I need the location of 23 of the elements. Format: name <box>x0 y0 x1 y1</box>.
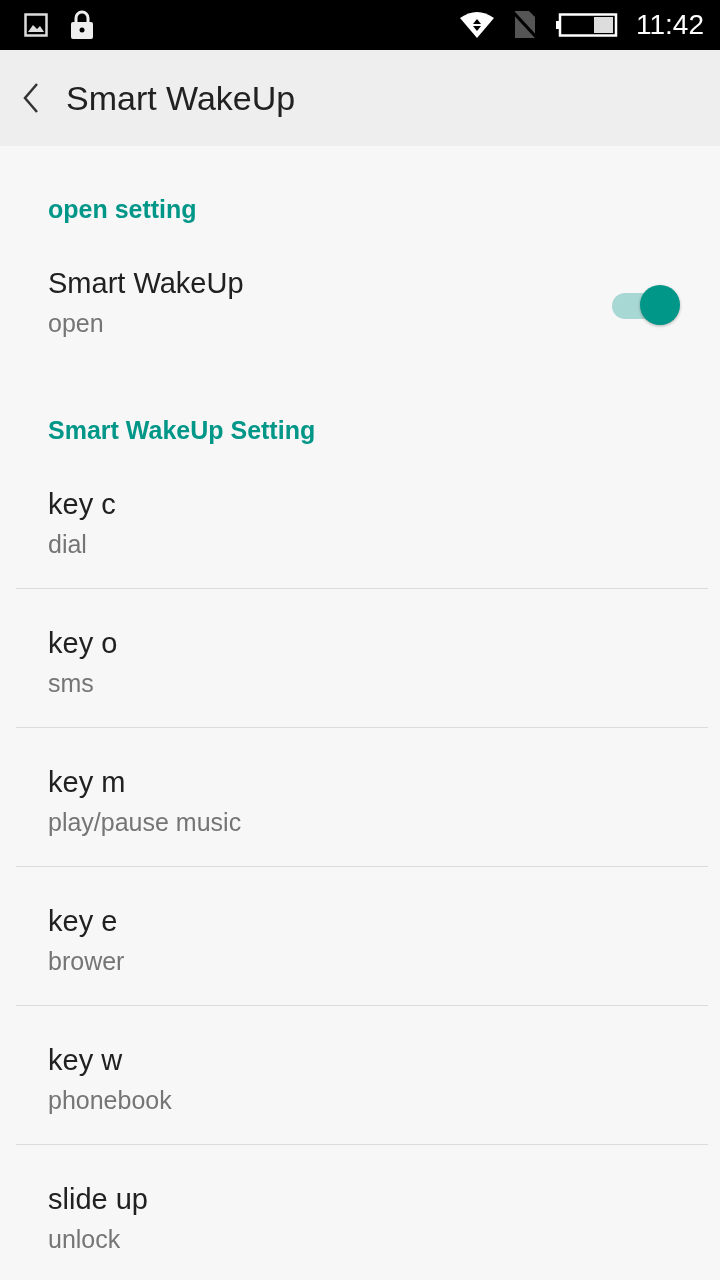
setting-title: key e <box>48 904 118 939</box>
setting-summary: dial <box>48 529 87 560</box>
setting-summary: sms <box>48 668 94 699</box>
clock-time: 11:42 <box>636 9 704 41</box>
setting-summary: open <box>48 308 104 339</box>
setting-title: key o <box>48 626 118 661</box>
wifi-icon <box>460 12 494 38</box>
setting-title: key m <box>48 765 126 800</box>
battery-icon <box>556 13 618 37</box>
setting-title: slide up <box>48 1182 148 1217</box>
setting-title: key w <box>48 1043 123 1078</box>
setting-summary: phonebook <box>48 1085 172 1116</box>
screen-title: Smart WakeUp <box>66 78 296 118</box>
setting-summary: brower <box>48 946 125 977</box>
no-sim-icon <box>512 11 538 39</box>
section-header: open setting <box>47 194 198 225</box>
setting-summary: play/pause music <box>48 807 242 838</box>
section-header: Smart WakeUp Setting <box>47 415 317 446</box>
setting-summary: unlock <box>48 1224 121 1255</box>
image-icon <box>24 13 48 37</box>
lock-icon <box>70 10 94 40</box>
setting-title: Smart WakeUp <box>48 266 244 301</box>
setting-title: key c <box>48 487 116 522</box>
